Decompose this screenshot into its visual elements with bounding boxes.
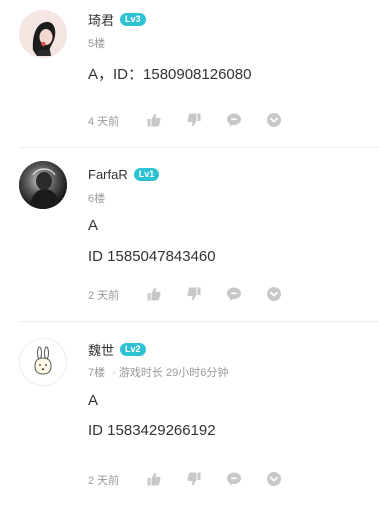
post-time: 2 天前: [88, 475, 120, 487]
level-badge: Lv1: [133, 167, 160, 181]
reply-bubble-icon[interactable]: [226, 112, 242, 128]
comment-text-id: ID 1583429266192: [88, 422, 216, 439]
comment-text-id: ID 1585047843460: [88, 248, 216, 265]
thumbs-down-icon[interactable]: [186, 286, 202, 302]
floor-number: 5楼: [88, 35, 105, 51]
post-time: 2 天前: [88, 290, 120, 302]
floor-number: 6楼: [88, 190, 105, 206]
floor-label: 6楼: [88, 193, 106, 205]
post-time: 4 天前: [88, 116, 120, 128]
comment-actions: 4 天前: [88, 112, 288, 128]
comment-item: 琦君 Lv3 5楼 A，ID：1580908126080 4 天前: [0, 0, 379, 147]
username[interactable]: FarfaR: [88, 167, 128, 182]
thumbs-down-icon[interactable]: [186, 112, 202, 128]
comment-text: A: [88, 217, 99, 234]
more-chevron-icon[interactable]: [266, 286, 282, 302]
avatar[interactable]: [19, 161, 67, 209]
level-badge: Lv3: [120, 12, 146, 26]
username[interactable]: 魏世: [88, 340, 114, 359]
username-row: FarfaR Lv1: [88, 166, 160, 182]
thumbs-up-icon[interactable]: [146, 286, 162, 302]
avatar[interactable]: [19, 10, 67, 58]
username[interactable]: 琦君: [88, 10, 114, 29]
floor-label: 5楼: [88, 38, 106, 50]
thumbs-down-icon[interactable]: [186, 471, 202, 487]
username-row: 琦君 Lv3: [88, 10, 146, 29]
comment-item: FarfaR Lv1 6楼 A ID 1585047843460 2 天前: [0, 148, 379, 321]
comment-item: 魏世 Lv2 7楼 · 游戏时长 29小时6分钟 A ID 1583429266…: [0, 322, 379, 511]
floor-and-playtime: 7楼 · 游戏时长 29小时6分钟: [88, 364, 228, 380]
thumbs-up-icon[interactable]: [146, 471, 162, 487]
level-badge: Lv2: [120, 342, 146, 356]
more-chevron-icon[interactable]: [266, 471, 282, 487]
floor-label: 7楼: [88, 367, 106, 379]
reply-bubble-icon[interactable]: [226, 286, 242, 302]
thumbs-up-icon[interactable]: [146, 112, 162, 128]
more-chevron-icon[interactable]: [266, 112, 282, 128]
avatar[interactable]: [19, 338, 67, 386]
comment-text: A: [88, 392, 99, 409]
comment-text: A，ID：1580908126080: [88, 66, 252, 83]
reply-bubble-icon[interactable]: [226, 471, 242, 487]
username-row: 魏世 Lv2: [88, 340, 146, 359]
comment-actions: 2 天前: [88, 471, 288, 487]
play-time: · 游戏时长 29小时6分钟: [112, 367, 229, 379]
comment-actions: 2 天前: [88, 286, 288, 302]
